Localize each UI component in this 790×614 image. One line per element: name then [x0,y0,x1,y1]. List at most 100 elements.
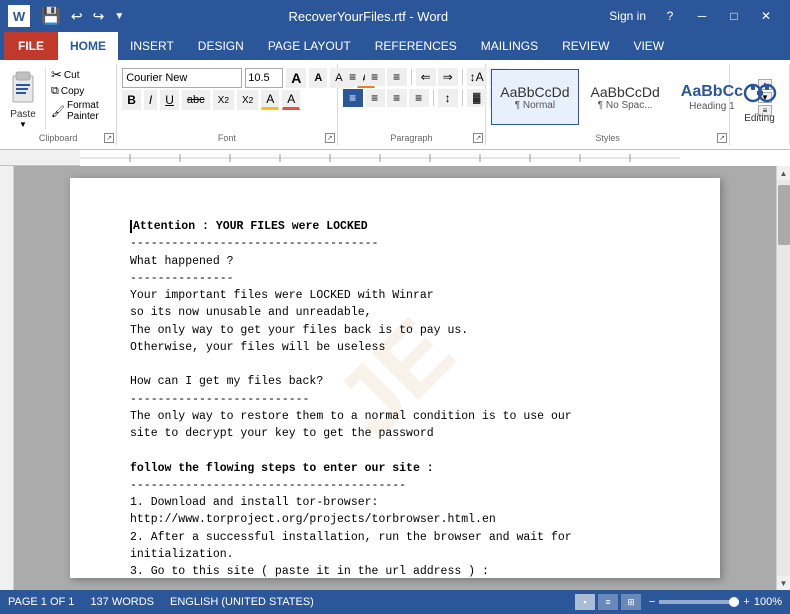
view-read-button[interactable]: ≡ [598,594,618,610]
zoom-thumb [729,597,739,607]
paste-dropdown-arrow[interactable]: ▼ [19,120,27,129]
para-row-1: ≡ ≡ ≡ ⇐ ⇒ ↕A ¶ [343,67,509,87]
zoom-in-button[interactable]: + [743,596,749,608]
view-web-button[interactable]: ⊞ [621,594,641,610]
increase-indent-button[interactable]: ⇒ [438,68,458,86]
editing-icon-area [740,73,780,113]
zoom-level: 100% [754,596,782,608]
paste-label: Paste [10,109,36,120]
word-count: 137 WORDS [90,596,154,608]
style-nospace-label: ¶ No Spac... [598,100,653,111]
restore-button[interactable]: □ [718,0,750,32]
bullets-button[interactable]: ≡ [343,68,363,86]
align-center-button[interactable]: ≡ [365,89,385,107]
subscript-button[interactable]: X2 [213,90,234,110]
scrollbar-right: ▲ ▼ [776,166,790,590]
format-painter-button[interactable]: 🖌Format Painter [51,100,111,122]
doc-line-9: How can I get my files back? [130,373,660,390]
tab-page-layout[interactable]: PAGE LAYOUT [256,32,363,60]
font-size-input[interactable] [245,68,283,88]
document-content[interactable]: Attention : YOUR FILES were LOCKED------… [130,218,660,578]
quick-access-customize[interactable]: ▼ [111,11,127,22]
doc-line-18: 2. After a successful installation, run … [130,529,660,546]
view-print-button[interactable]: ▪ [575,594,595,610]
style-normal-label: ¶ Normal [515,100,555,111]
align-left-button[interactable]: ≡ [343,89,363,107]
zoom-out-button[interactable]: − [649,596,655,608]
style-heading1-label: Heading 1 [689,101,735,112]
doc-line-4: Your important files were LOCKED with Wi… [130,287,660,304]
document-scroll[interactable]: JE Attention : YOUR FILES were LOCKED---… [14,166,776,590]
strikethrough-button[interactable]: abc [182,90,210,110]
tab-view[interactable]: VIEW [621,32,676,60]
editing-group: Editing [730,64,790,145]
italic-button[interactable]: I [144,90,157,110]
close-button[interactable]: ✕ [750,0,782,32]
scroll-thumb[interactable] [778,185,790,245]
multilevel-list-button[interactable]: ≡ [387,68,407,86]
doc-line-12: site to decrypt your key to get the pass… [130,425,660,442]
font-highlight-button[interactable]: A [261,90,279,110]
tab-review[interactable]: REVIEW [550,32,621,60]
language-indicator: ENGLISH (UNITED STATES) [170,596,314,608]
zoom-slider[interactable] [659,600,739,604]
doc-line-6: The only way to get your files back is t… [130,322,660,339]
bold-button[interactable]: B [122,90,141,110]
numbering-button[interactable]: ≡ [365,68,385,86]
clipboard-group: Paste ▼ ✂Cut ⧉Copy 🖌Format Painter Clipb… [0,64,117,145]
scroll-track[interactable] [777,180,790,576]
editing-content: Editing [740,73,780,124]
font-expander[interactable]: ↗ [325,133,335,143]
page-indicator: PAGE 1 OF 1 [8,596,74,608]
clipboard-label: Clipboard [0,133,116,143]
style-normal-preview: AaBbCcDd [500,84,569,100]
line-spacing-button[interactable]: ↕ [438,89,458,107]
scroll-down-button[interactable]: ▼ [777,576,790,590]
ribbon-tabs: FILE HOME INSERT DESIGN PAGE LAYOUT REFE… [0,32,790,60]
align-right-button[interactable]: ≡ [387,89,407,107]
superscript-button[interactable]: X2 [237,90,258,110]
sort-button[interactable]: ↕A [467,68,487,86]
scroll-up-button[interactable]: ▲ [777,166,790,180]
styles-group: AaBbCcDd ¶ Normal AaBbCcDd ¶ No Spac... … [486,64,730,145]
doc-line-16: 1. Download and install tor-browser: [130,494,660,511]
tab-references[interactable]: REFERENCES [363,32,469,60]
font-grow-button[interactable]: A [286,68,306,88]
copy-button[interactable]: ⧉Copy [51,85,111,98]
styles-expander[interactable]: ↗ [717,133,727,143]
font-row-2: B I U abc X2 X2 A A [122,89,300,111]
doc-line-1: ------------------------------------ [130,235,660,252]
paste-button[interactable]: Paste ▼ [5,67,46,129]
style-no-space[interactable]: AaBbCcDd ¶ No Spac... [582,69,669,125]
tab-design[interactable]: DESIGN [186,32,256,60]
binoculars-icon [742,75,778,111]
sign-in-link[interactable]: Sign in [609,9,646,23]
redo-button[interactable]: ↪ [90,8,108,25]
style-normal[interactable]: AaBbCcDd ¶ Normal [491,69,578,125]
font-family-input[interactable] [122,68,242,88]
tab-mailings[interactable]: MAILINGS [469,32,550,60]
decrease-indent-button[interactable]: ⇐ [416,68,436,86]
doc-line-17: http://www.torproject.org/projects/torbr… [130,511,660,528]
doc-line-11: The only way to restore them to a normal… [130,408,660,425]
save-button[interactable]: 💾 [38,6,64,26]
clipboard-expander[interactable]: ↗ [104,133,114,143]
font-color-button[interactable]: A [282,90,300,110]
tab-insert[interactable]: INSERT [118,32,186,60]
underline-button[interactable]: U [160,90,179,110]
undo-button[interactable]: ↩ [68,8,86,25]
tab-home[interactable]: HOME [58,32,118,60]
cut-button[interactable]: ✂Cut [51,67,111,83]
font-group: A A Aa A B I U abc X2 X2 A A Font ↗ [117,64,337,145]
shading-button[interactable]: ▓ [467,89,487,107]
paragraph-expander[interactable]: ↗ [473,133,483,143]
sidebar-left [0,166,14,590]
font-label: Font [117,133,336,143]
tab-file[interactable]: FILE [4,32,58,60]
minimize-button[interactable]: ─ [686,0,718,32]
font-shrink-button[interactable]: A [309,68,327,88]
help-button[interactable]: ? [654,0,686,32]
doc-line-20: 3. Go to this site ( paste it in the url… [130,563,660,578]
justify-button[interactable]: ≡ [409,89,429,107]
word-icon: W [8,5,30,27]
